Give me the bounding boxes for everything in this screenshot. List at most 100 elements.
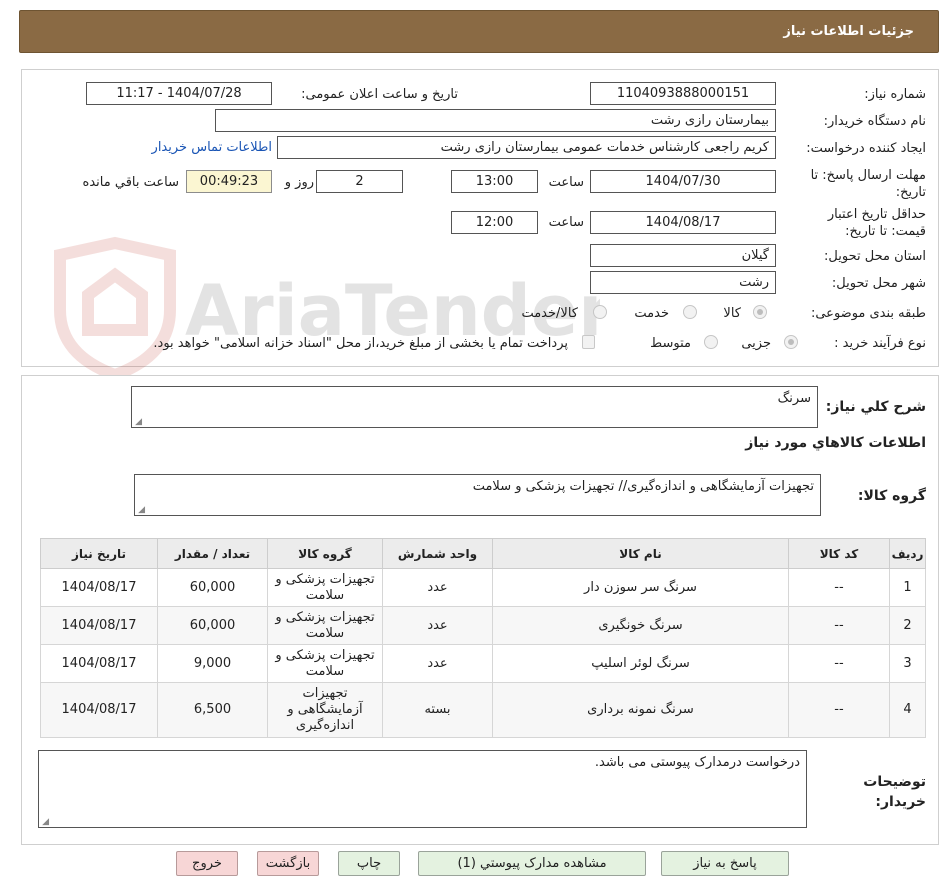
price-validity-label: حداقل تاریخ اعتبار قیمت: تا تاریخ:: [827, 207, 926, 239]
province-label: استان محل تحویل:: [824, 249, 926, 264]
goods-info-title: اطلاعات كالاهاي مورد نياز: [745, 435, 926, 451]
announce-datetime-label: تاریخ و ساعت اعلان عمومی:: [301, 87, 458, 102]
treasury-checkbox[interactable]: [582, 335, 595, 349]
cell-name: سرنگ لوئر اسلیپ: [492, 644, 789, 683]
process-minor-radio[interactable]: [784, 335, 798, 349]
process-medium-radio[interactable]: [704, 335, 718, 349]
cell-date: 1404/08/17: [40, 682, 158, 738]
category-label: طبقه بندی موضوعی:: [810, 306, 926, 321]
cell-name: سرنگ سر سوزن دار: [492, 568, 789, 607]
category-service-radio[interactable]: [683, 305, 697, 319]
cell-unit: عدد: [382, 644, 493, 683]
table-row: 2 -- سرنگ خونگیری عدد تجهیزات پزشکی و سل…: [40, 606, 926, 645]
requester-label: ایجاد کننده درخواست:: [806, 141, 926, 156]
process-minor-label: جزیی: [741, 336, 771, 351]
col-header-date: تاریخ نیاز: [40, 538, 158, 569]
requester-field[interactable]: کریم راجعی کارشناس خدمات عمومی بیمارستان…: [277, 136, 776, 159]
buyer-notes-textarea[interactable]: درخواست درمدارک پیوستی می باشد. ◢: [38, 750, 807, 828]
exit-button[interactable]: خروج: [176, 851, 238, 876]
cell-unit: بسته: [382, 682, 493, 738]
cell-code: --: [788, 606, 890, 645]
col-header-name: نام کالا: [492, 538, 789, 569]
reply-deadline-time-field[interactable]: 13:00: [451, 170, 538, 193]
page-title: جزئیات اطلاعات نیاز: [783, 24, 914, 39]
summary-textarea[interactable]: سرنگ ◢: [131, 386, 818, 428]
city-field[interactable]: رشت: [590, 271, 776, 294]
price-validity-time-label: ساعت: [548, 215, 584, 230]
cell-code: --: [788, 682, 890, 738]
goods-group-label: گروه کالا:: [857, 488, 926, 504]
buyer-org-field[interactable]: بیمارستان رازی رشت: [215, 109, 776, 132]
cell-row-number: 3: [889, 644, 926, 683]
col-header-qty: تعداد / مقدار: [157, 538, 268, 569]
goods-group-text: تجهیزات آزمایشگاهی و اندازه‌گیری// تجهیز…: [472, 479, 814, 494]
reply-to-need-button[interactable]: پاسخ به نیاز: [661, 851, 789, 876]
remaining-time-field: 00:49:23: [186, 170, 272, 193]
city-label: شهر محل تحویل:: [831, 276, 926, 291]
province-field[interactable]: گیلان: [590, 244, 776, 267]
goods-table: ردیف کد کالا نام کالا واحد شمارش گروه کا…: [40, 538, 926, 738]
category-goods-label: کالا: [723, 306, 741, 321]
cell-unit: عدد: [382, 606, 493, 645]
table-row: 4 -- سرنگ نمونه برداری بسته تجهیزات آزما…: [40, 682, 926, 738]
cell-group: تجهیزات پزشکی و سلامت: [267, 606, 383, 645]
cell-row-number: 4: [889, 682, 926, 738]
reply-deadline-label: مهلت ارسال پاسخ: تا تاریخ:: [810, 168, 926, 200]
cell-group: تجهیزات پزشکی و سلامت: [267, 644, 383, 683]
category-both-radio[interactable]: [593, 305, 607, 319]
reply-days-field[interactable]: 2: [316, 170, 403, 193]
table-row: 3 -- سرنگ لوئر اسلیپ عدد تجهیزات پزشکی و…: [40, 644, 926, 683]
summary-text: سرنگ: [777, 391, 811, 406]
col-header-group: گروه کالا: [267, 538, 383, 569]
cell-group: تجهیزات آزمایشگاهی و اندازه‌گیری: [267, 682, 383, 738]
need-number-field[interactable]: 1104093888000151: [590, 82, 776, 105]
need-number-label: شماره نیاز:: [864, 87, 926, 102]
col-header-unit: واحد شمارش: [382, 538, 493, 569]
page-header: جزئیات اطلاعات نیاز: [19, 10, 939, 53]
cell-qty: 9,000: [157, 644, 268, 683]
cell-row-number: 2: [889, 606, 926, 645]
process-medium-label: متوسط: [650, 336, 691, 351]
resize-grip-icon[interactable]: ◢: [41, 818, 49, 827]
back-button[interactable]: بازگشت: [257, 851, 319, 876]
buyer-org-label: نام دستگاه خریدار:: [823, 114, 926, 129]
cell-date: 1404/08/17: [40, 644, 158, 683]
cell-group: تجهیزات پزشکی و سلامت: [267, 568, 383, 607]
reply-deadline-date-field[interactable]: 1404/07/30: [590, 170, 776, 193]
buyer-notes-text: درخواست درمدارک پیوستی می باشد.: [594, 755, 800, 770]
price-validity-time-field[interactable]: 12:00: [451, 211, 538, 234]
table-header-row: ردیف کد کالا نام کالا واحد شمارش گروه کا…: [40, 538, 926, 569]
resize-grip-icon[interactable]: ◢: [137, 506, 145, 515]
days-label: روز و: [284, 175, 314, 190]
col-header-row-number: ردیف: [889, 538, 926, 569]
goods-group-textarea[interactable]: تجهیزات آزمایشگاهی و اندازه‌گیری// تجهیز…: [134, 474, 821, 516]
remaining-time-label: ساعت باقي مانده: [82, 175, 179, 190]
resize-grip-icon[interactable]: ◢: [134, 418, 142, 427]
buyer-notes-label: توضیحات خریدار:: [863, 774, 926, 810]
cell-name: سرنگ خونگیری: [492, 606, 789, 645]
cell-date: 1404/08/17: [40, 568, 158, 607]
buyer-contact-link[interactable]: اطلاعات تماس خریدار: [152, 140, 272, 155]
category-service-label: خدمت: [634, 306, 669, 321]
cell-qty: 60,000: [157, 606, 268, 645]
process-type-label: نوع فرآیند خرید :: [834, 336, 926, 351]
col-header-code: کد کالا: [788, 538, 890, 569]
cell-qty: 6,500: [157, 682, 268, 738]
cell-code: --: [788, 568, 890, 607]
cell-code: --: [788, 644, 890, 683]
announce-datetime-field[interactable]: 1404/07/28 - 11:17: [86, 82, 272, 105]
cell-date: 1404/08/17: [40, 606, 158, 645]
cell-qty: 60,000: [157, 568, 268, 607]
category-goods-radio[interactable]: [753, 305, 767, 319]
treasury-note: پرداخت تمام یا بخشی از مبلغ خرید،از محل …: [153, 336, 568, 351]
cell-row-number: 1: [889, 568, 926, 607]
cell-unit: عدد: [382, 568, 493, 607]
cell-name: سرنگ نمونه برداری: [492, 682, 789, 738]
reply-time-label: ساعت: [548, 175, 584, 190]
view-attachments-button[interactable]: مشاهده مدارک پیوستي (1): [418, 851, 646, 876]
price-validity-date-field[interactable]: 1404/08/17: [590, 211, 776, 234]
table-row: 1 -- سرنگ سر سوزن دار عدد تجهیزات پزشکی …: [40, 568, 926, 607]
print-button[interactable]: چاپ: [338, 851, 400, 876]
category-both-label: کالا/خدمت: [521, 306, 578, 321]
summary-label: شرح كلي نياز:: [825, 399, 926, 415]
